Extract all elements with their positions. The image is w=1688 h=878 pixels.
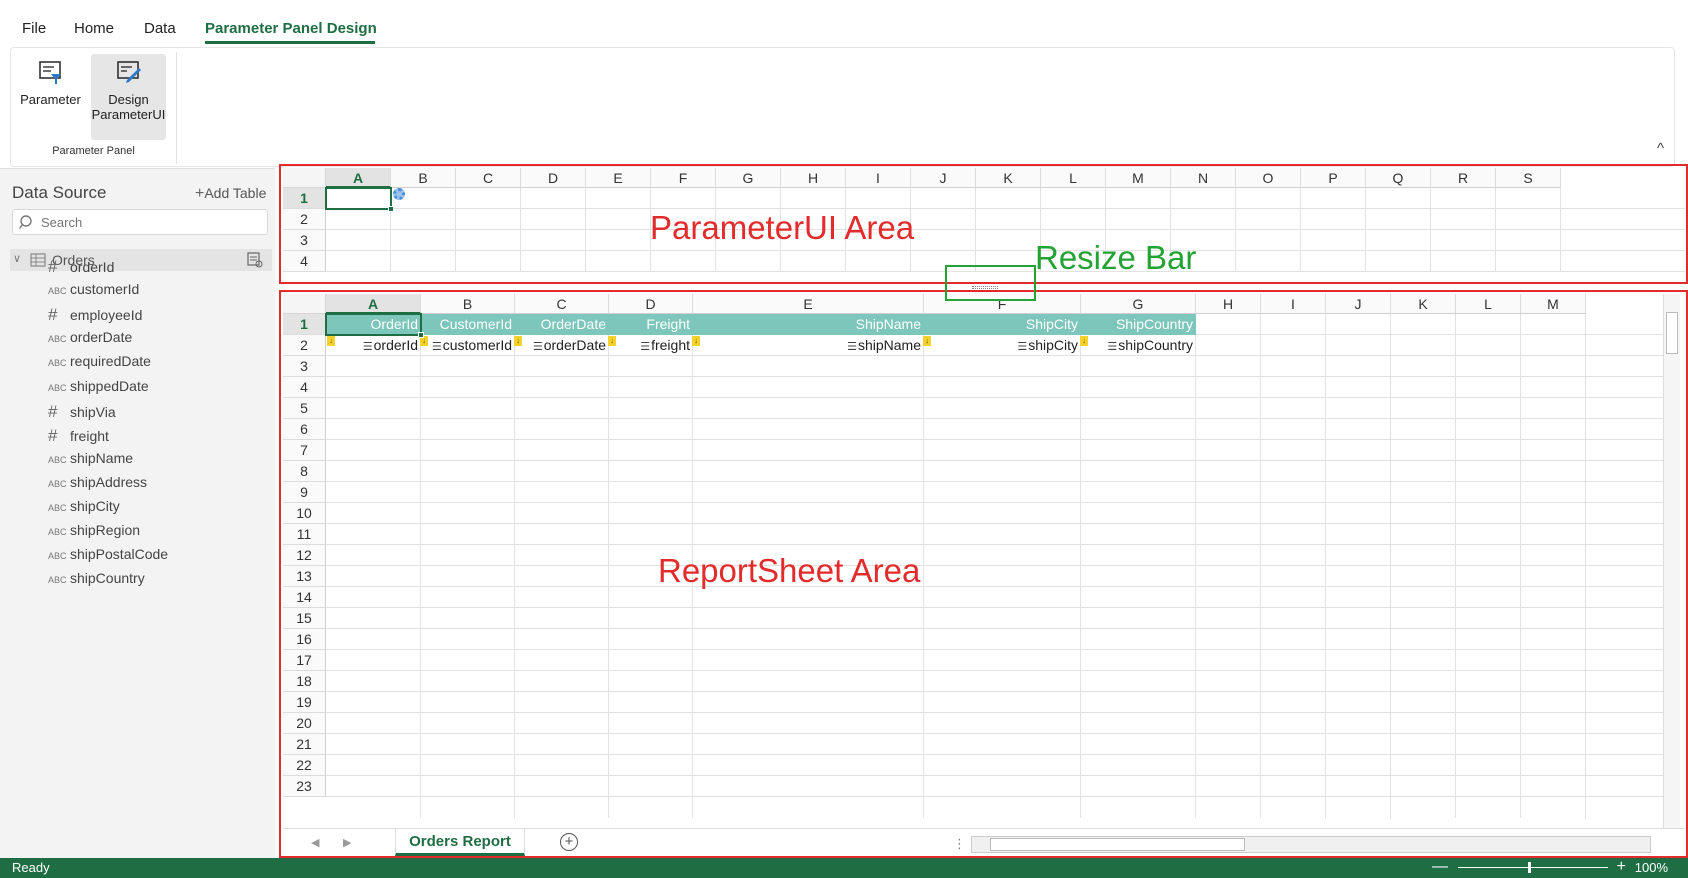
field-item[interactable]: ABC shipCity — [48, 498, 120, 520]
design-parameterui-icon — [116, 61, 141, 83]
zoom-slider[interactable] — [1458, 862, 1608, 873]
field-name: shipCountry — [70, 570, 145, 587]
menu-bar: File Home Data Parameter Panel Design — [0, 0, 1688, 48]
field-name: shippedDate — [70, 377, 149, 394]
search-box — [12, 209, 268, 235]
number-type-icon: # — [48, 305, 58, 325]
text-type-icon: ABC — [48, 503, 67, 513]
field-name: requiredDate — [70, 353, 151, 370]
chevron-down-icon[interactable]: ∨ — [13, 252, 21, 265]
design-label-line2: ParameterUI — [91, 107, 166, 122]
parameter-label: Parameter — [20, 92, 81, 107]
design-parameterui-button[interactable]: Design ParameterUI — [91, 54, 166, 140]
field-item[interactable]: # orderId — [48, 257, 114, 279]
field-item[interactable]: ABC shipAddress — [48, 474, 147, 496]
search-input[interactable] — [41, 213, 261, 231]
resize-bar-label: Resize Bar — [1035, 239, 1197, 276]
text-type-icon: ABC — [48, 286, 67, 297]
zoom-slider-knob[interactable] — [1528, 862, 1531, 873]
collapse-ribbon-icon[interactable]: ^ — [1657, 140, 1664, 157]
parameterui-area-label: ParameterUI Area — [650, 209, 915, 246]
ribbon-group-label: Parameter Panel — [52, 145, 135, 157]
field-name: orderDate — [70, 329, 133, 346]
field-item[interactable]: # freight — [48, 426, 109, 448]
design-label-line1: Design — [108, 92, 149, 107]
field-item[interactable]: ABC shipRegion — [48, 522, 140, 544]
field-item[interactable]: # employeeId — [48, 305, 142, 327]
add-table-button[interactable]: +Add Table — [195, 185, 266, 203]
tab-home[interactable]: Home — [74, 20, 114, 37]
text-type-icon: ABC — [48, 358, 67, 369]
field-item[interactable]: # shipVia — [48, 402, 116, 424]
field-name: employeeId — [70, 307, 143, 324]
active-tab-underline — [205, 41, 375, 44]
field-name: customerId — [70, 281, 140, 298]
text-type-icon: ABC — [48, 454, 67, 465]
reportsheet-area-label: ReportSheet Area — [658, 552, 921, 589]
search-icon — [19, 215, 32, 229]
field-name: shipName — [70, 449, 134, 466]
field-item[interactable]: ABC requiredDate — [48, 353, 151, 375]
zoom-in-icon[interactable]: + — [1617, 858, 1626, 876]
tab-data[interactable]: Data — [144, 20, 176, 37]
plus-icon: + — [195, 185, 205, 202]
status-text: Ready — [12, 860, 50, 875]
ribbon: Parameter Design ParameterUI Parameter P… — [10, 47, 1675, 167]
table-icon — [30, 253, 46, 267]
field-name: shipRegion — [70, 522, 141, 539]
tab-file[interactable]: File — [22, 20, 46, 37]
table-settings-icon[interactable] — [246, 251, 264, 269]
tab-parameter-panel-design[interactable]: Parameter Panel Design — [205, 20, 377, 37]
number-type-icon: # — [48, 257, 58, 276]
field-name: shipAddress — [70, 473, 148, 490]
zoom-out-icon[interactable]: — — [1432, 858, 1448, 876]
number-type-icon: # — [48, 425, 58, 445]
ribbon-group-separator — [176, 52, 177, 164]
text-type-icon: ABC — [48, 551, 67, 562]
field-name: freight — [70, 427, 109, 444]
status-bar: Ready — + 100% — [0, 858, 1688, 878]
field-name: shipVia — [70, 403, 116, 420]
text-type-icon: ABC — [48, 334, 67, 345]
reportsheet-area-box — [279, 290, 1688, 858]
data-source-panel: Data Source +Add Table ∨ Orders #orderId… — [0, 168, 275, 860]
text-type-icon: ABC — [48, 527, 67, 538]
parameter-icon — [38, 61, 61, 84]
field-item[interactable]: ABC shipCountry — [48, 570, 145, 592]
field-item[interactable]: ABC shippedDate — [48, 378, 149, 400]
field-name: shipPostalCode — [70, 546, 169, 563]
field-item[interactable]: ABC shipPostalCode — [48, 546, 168, 568]
resize-bar-box — [945, 265, 1036, 301]
field-item[interactable]: ABC orderDate — [48, 329, 132, 351]
field-name: orderId — [70, 259, 115, 275]
text-type-icon: ABC — [48, 478, 67, 489]
data-source-title: Data Source — [12, 183, 107, 202]
field-name: shipCity — [70, 498, 120, 514]
text-type-icon: ABC — [48, 575, 67, 586]
number-type-icon: # — [48, 401, 58, 421]
zoom-level: 100% — [1634, 860, 1668, 875]
field-item[interactable]: ABC shipName — [48, 450, 133, 472]
field-item[interactable]: ABC customerId — [48, 281, 139, 303]
text-type-icon: ABC — [48, 382, 67, 393]
resize-bar-handle[interactable] — [972, 286, 998, 289]
parameter-button[interactable]: Parameter — [13, 54, 88, 134]
